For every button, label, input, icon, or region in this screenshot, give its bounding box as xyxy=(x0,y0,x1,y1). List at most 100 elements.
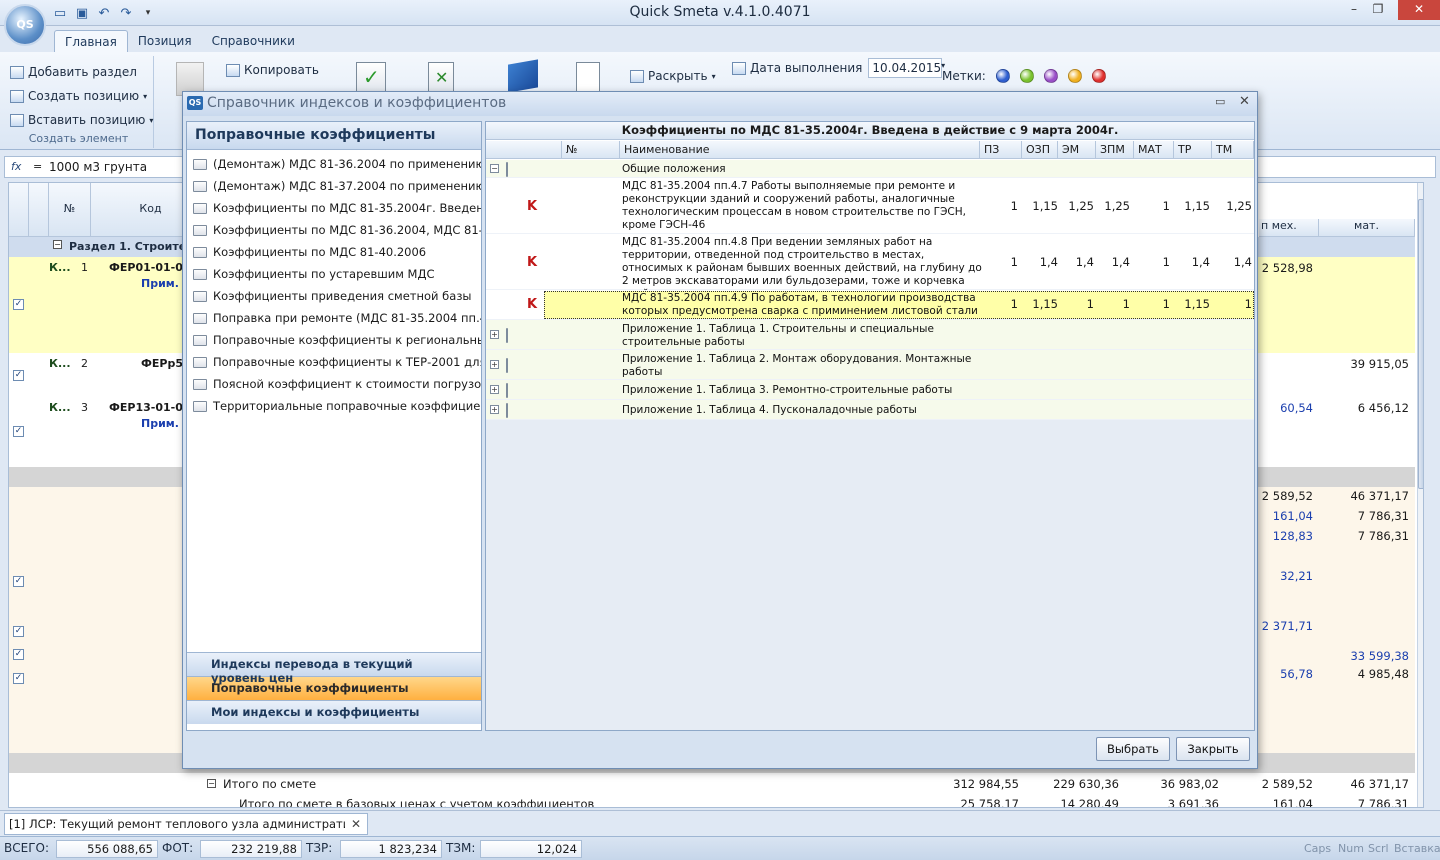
category-item[interactable]: Поправочные коэффициенты к региональным … xyxy=(187,329,481,351)
maximize-icon[interactable]: ▭ xyxy=(1215,95,1225,108)
insert-position-button[interactable]: Вставить позицию ▾ xyxy=(10,110,153,130)
marks-control: Метки: xyxy=(942,66,1106,86)
mark-dot-icon[interactable] xyxy=(995,69,1010,83)
tzr-value: 1 823,234 xyxy=(340,840,442,858)
folder-row[interactable]: + Приложение 1. Таблица 3. Ремонтно-стро… xyxy=(486,380,1254,400)
folder-row[interactable]: − Общие положения xyxy=(486,160,1254,178)
mark-dot-icon[interactable] xyxy=(1091,69,1106,83)
grid-header-mech[interactable]: п мех. xyxy=(1259,219,1319,237)
folder-icon xyxy=(506,403,508,418)
redo-icon[interactable]: ↷ xyxy=(116,4,136,22)
expand-button[interactable]: Раскрыть ▾ xyxy=(630,66,716,86)
category-item[interactable]: Поправка при ремонте (МДС 81-35.2004 пп.… xyxy=(187,307,481,329)
folder-icon xyxy=(193,158,207,170)
section-icon xyxy=(10,65,24,79)
expand-icon[interactable]: + xyxy=(490,405,499,414)
col-name[interactable]: Наименование xyxy=(620,141,980,159)
row-checkbox[interactable]: ✓ xyxy=(13,370,24,381)
create-position-button[interactable]: Создать позицию ▾ xyxy=(10,86,153,106)
grid-header-num[interactable]: № xyxy=(49,183,91,237)
col-pz[interactable]: ПЗ xyxy=(980,141,1022,159)
coefficient-row-selected[interactable]: K МДС 81-35.2004 пп.4.9 По работам, в те… xyxy=(486,290,1254,320)
category-item[interactable]: Коэффициенты по МДС 81-35.2004г. Введена… xyxy=(187,197,481,219)
row-checkbox[interactable]: ✓ xyxy=(13,673,24,684)
mark-dot-icon[interactable] xyxy=(1043,69,1058,83)
mark-dot-icon[interactable] xyxy=(1019,69,1034,83)
chevron-down-icon: ▾ xyxy=(149,115,154,125)
row-checkbox[interactable]: ✓ xyxy=(13,576,24,587)
collapse-icon[interactable]: − xyxy=(490,164,499,173)
close-tab-icon[interactable]: ✕ xyxy=(351,817,361,831)
category-item[interactable]: Коэффициенты по МДС 81-40.2006 xyxy=(187,241,481,263)
row-checkbox[interactable]: ✓ xyxy=(13,649,24,660)
category-item[interactable]: Территориальные поправочные коэффициенты… xyxy=(187,395,481,417)
close-icon[interactable]: ✕ xyxy=(1239,94,1250,109)
expand-icon[interactable]: + xyxy=(490,360,499,369)
close-button[interactable]: Закрыть xyxy=(1176,737,1250,761)
date-input[interactable]: 10.04.2015 ▾ xyxy=(868,58,945,78)
add-section-button[interactable]: Добавить раздел xyxy=(10,62,153,82)
nav-indices[interactable]: Индексы перевода в текущий уровень цен xyxy=(187,652,481,685)
category-item[interactable]: Коэффициенты по МДС 81-36.2004, МДС 81-3… xyxy=(187,219,481,241)
row-checkbox[interactable]: ✓ xyxy=(13,426,24,437)
open-folder-icon[interactable]: ▭ xyxy=(50,4,70,22)
folder-icon xyxy=(506,328,508,343)
scroll-indicator: Scrl xyxy=(1368,842,1389,855)
row-checkbox[interactable]: ✓ xyxy=(13,299,24,310)
undo-icon[interactable]: ↶ xyxy=(94,4,114,22)
folder-row[interactable]: + Приложение 1. Таблица 4. Пусконаладочн… xyxy=(486,400,1254,420)
formula-input[interactable]: 1000 м3 грунта xyxy=(49,160,147,174)
expand-icon[interactable]: + xyxy=(490,330,499,339)
save-icon[interactable]: ▣ xyxy=(72,4,92,22)
folder-icon xyxy=(193,180,207,192)
document-tab[interactable]: [1] ЛСР: Текущий ремонт теплового узла а… xyxy=(4,813,368,835)
col-num[interactable]: № xyxy=(562,141,620,159)
coefficient-icon: K xyxy=(527,255,538,270)
folder-icon xyxy=(193,246,207,258)
tab-main[interactable]: Главная xyxy=(54,30,128,52)
select-button[interactable]: Выбрать xyxy=(1096,737,1170,761)
folder-icon xyxy=(193,202,207,214)
col-tm[interactable]: ТМ xyxy=(1212,141,1254,159)
vertical-scrollbar[interactable] xyxy=(1417,183,1423,807)
page-icon[interactable] xyxy=(576,62,600,92)
category-item[interactable]: Поясной коэффициент к стоимости погрузо-… xyxy=(187,373,481,395)
folder-row[interactable]: + Приложение 1. Таблица 2. Монтаж оборуд… xyxy=(486,350,1254,380)
tab-references[interactable]: Справочники xyxy=(202,30,305,52)
category-item[interactable]: Коэффициенты по устаревшим МДС xyxy=(187,263,481,285)
restore-button[interactable]: ❐ xyxy=(1362,0,1394,20)
app-menu-orb[interactable]: QS xyxy=(4,4,46,46)
col-em[interactable]: ЭМ xyxy=(1058,141,1096,159)
excel-export-icon[interactable]: ✕ xyxy=(428,62,454,92)
nav-my-indices[interactable]: Мои индексы и коэффициенты xyxy=(187,700,481,724)
category-item[interactable]: (Демонтаж) МДС 81-37.2004 по применению … xyxy=(187,175,481,197)
col-mat[interactable]: МАТ xyxy=(1134,141,1174,159)
customize-toolbar-icon[interactable]: ▾ xyxy=(138,4,158,22)
category-item[interactable]: (Демонтаж) МДС 81-36.2004 по применению … xyxy=(187,153,481,175)
copy-button[interactable]: Копировать xyxy=(226,60,319,80)
folder-row[interactable]: + Приложение 1. Таблица 1. Строительны и… xyxy=(486,320,1254,350)
row-checkbox[interactable]: ✓ xyxy=(13,626,24,637)
col-zpm[interactable]: ЗПМ xyxy=(1096,141,1134,159)
num-indicator: Num xyxy=(1338,842,1364,855)
tab-position[interactable]: Позиция xyxy=(128,30,202,52)
coefficient-row[interactable]: K МДС 81-35.2004 пп.4.8 При ведении земл… xyxy=(486,234,1254,300)
coefficients-table: Коэффициенты по МДС 81-35.2004г. Введена… xyxy=(485,121,1255,731)
mark-dot-icon[interactable] xyxy=(1067,69,1082,83)
col-tr[interactable]: ТР xyxy=(1174,141,1212,159)
category-item[interactable]: Коэффициенты приведения сметной базы xyxy=(187,285,481,307)
col-ozp[interactable]: ОЗП xyxy=(1022,141,1058,159)
expand-icon[interactable]: + xyxy=(490,385,499,394)
folder-icon xyxy=(506,162,508,177)
mark-dots xyxy=(995,69,1106,83)
book-icon[interactable] xyxy=(508,59,538,93)
category-item[interactable]: Поправочные коэффициенты к ТЕР-2001 для … xyxy=(187,351,481,373)
collapse-icon[interactable]: − xyxy=(207,779,216,788)
close-window-button[interactable]: ✕ xyxy=(1398,0,1440,20)
scrollbar-thumb[interactable] xyxy=(1418,199,1423,489)
collapse-icon[interactable]: − xyxy=(53,240,62,249)
coefficient-row[interactable]: K МДС 81-35.2004 пп.4.7 Работы выполняем… xyxy=(486,178,1254,234)
check-document-icon[interactable]: ✓ xyxy=(356,62,386,92)
grid-header-check xyxy=(9,183,29,237)
grid-header-mat[interactable]: мат. xyxy=(1319,219,1415,237)
